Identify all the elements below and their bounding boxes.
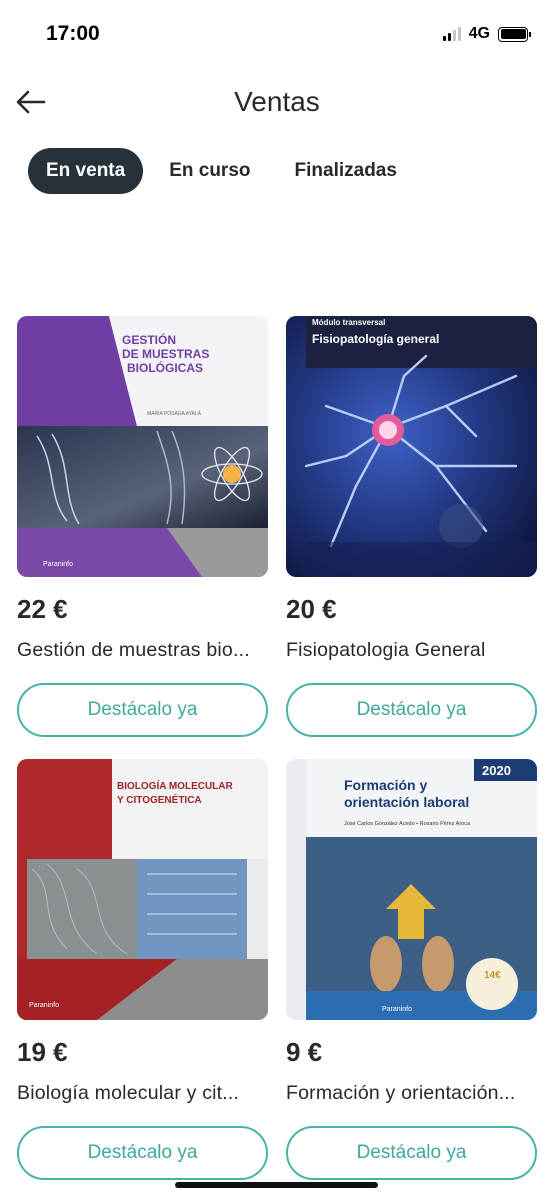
highlight-button[interactable]: Destácalo ya: [286, 1126, 537, 1180]
cover-line3: BIOLÓGICAS: [127, 360, 203, 375]
cover-line2: orientación laboral: [344, 794, 469, 810]
cover-authors: José Carlos González Acedo • Rosario Pér…: [344, 821, 471, 827]
signal-icon: [442, 27, 461, 41]
listing-title: Biología molecular y cit...: [17, 1082, 240, 1104]
highlight-button[interactable]: Destácalo ya: [286, 683, 537, 737]
tab-bar: En venta En curso Finalizadas: [28, 148, 415, 194]
listing-photo[interactable]: 2020 Formación y orientación laboral Jos…: [286, 759, 537, 1020]
listing-title: Fisiopatologia General: [286, 639, 486, 661]
cover-line1: BIOLOGÍA MOLECULAR: [117, 779, 234, 792]
cover-publisher: Paraninfo: [43, 561, 73, 568]
tab-finalizadas[interactable]: Finalizadas: [277, 148, 415, 194]
home-indicator: [175, 1182, 378, 1188]
listing-price: 19 €: [17, 1037, 68, 1067]
listing-title: Formación y orientación...: [286, 1082, 516, 1104]
listing-photo[interactable]: GESTIÓN DE MUESTRAS BIOLÓGICAS MARÍA POS…: [17, 316, 268, 577]
listing-card[interactable]: BIOLOGÍA MOLECULAR Y CITOGENÉTICA Parani…: [17, 759, 268, 1180]
listing-title: Gestión de muestras bio...: [17, 639, 250, 661]
book-cover-image: 2020 Formación y orientación laboral Jos…: [286, 759, 537, 1020]
book-cover-image: GESTIÓN DE MUESTRAS BIOLÓGICAS MARÍA POS…: [17, 316, 268, 577]
cover-line2: Y CITOGENÉTICA: [117, 793, 202, 806]
cover-publisher: Paraninfo: [382, 1006, 412, 1013]
cover-sticker: 14€: [484, 970, 501, 981]
listing-price: 22 €: [17, 594, 68, 624]
listing-photo[interactable]: BIOLOGÍA MOLECULAR Y CITOGENÉTICA Parani…: [17, 759, 268, 1020]
tab-en-curso[interactable]: En curso: [151, 148, 268, 194]
status-bar: 17:00 4G: [0, 0, 554, 70]
listing-card[interactable]: Módulo transversal Fisiopatología genera…: [286, 316, 537, 737]
cover-line1: GESTIÓN: [122, 332, 176, 347]
status-time: 17:00: [46, 22, 100, 45]
network-type: 4G: [468, 25, 490, 42]
cover-heading: Fisiopatología general: [312, 332, 439, 346]
listing-card[interactable]: GESTIÓN DE MUESTRAS BIOLÓGICAS MARÍA POS…: [17, 316, 268, 737]
book-cover-image: BIOLOGÍA MOLECULAR Y CITOGENÉTICA Parani…: [17, 759, 268, 1020]
cover-author: MARÍA POSADA AYALA: [147, 410, 202, 417]
cover-kicker: Módulo transversal: [312, 318, 385, 327]
page-title: Ventas: [234, 86, 320, 117]
highlight-button[interactable]: Destácalo ya: [17, 683, 268, 737]
status-indicators: 4G: [442, 25, 531, 43]
cover-publisher: Paraninfo: [29, 1002, 59, 1009]
listing-card[interactable]: 2020 Formación y orientación laboral Jos…: [286, 759, 537, 1180]
tab-en-venta[interactable]: En venta: [28, 148, 144, 194]
highlight-button[interactable]: Destácalo ya: [17, 1126, 268, 1180]
cover-badge: 2020: [482, 763, 511, 778]
book-cover-image: Módulo transversal Fisiopatología genera…: [286, 316, 537, 577]
cover-line1: Formación y: [344, 777, 427, 793]
battery-icon: [498, 26, 531, 42]
app-header: Ventas: [0, 72, 554, 132]
cover-line2: DE MUESTRAS: [122, 347, 209, 361]
listing-price: 9 €: [286, 1037, 323, 1067]
listing-photo[interactable]: Módulo transversal Fisiopatología genera…: [286, 316, 537, 577]
listing-price: 20 €: [286, 594, 337, 624]
